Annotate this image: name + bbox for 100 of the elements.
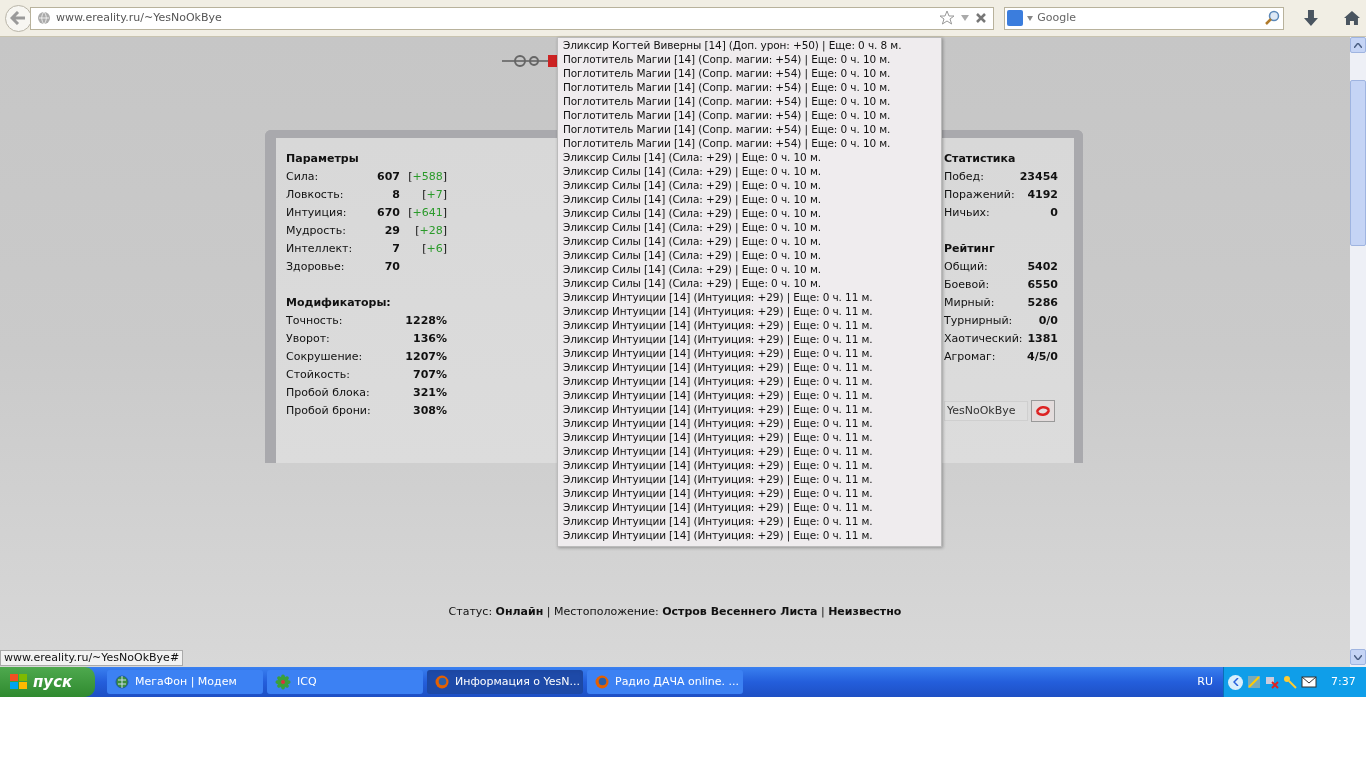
modifier-value: 6550: [1027, 276, 1058, 293]
stat-label: Сила:: [286, 168, 320, 185]
caret-icon[interactable]: [960, 14, 971, 22]
modifier-label: Стойкость:: [286, 366, 350, 383]
scroll-thumb[interactable]: [1350, 80, 1366, 246]
language-indicator[interactable]: RU: [1197, 673, 1213, 691]
stat-bonus: [+28]: [414, 222, 447, 239]
windows-logo-icon: [10, 674, 28, 690]
modifier-label: Пробой брони:: [286, 402, 371, 419]
effect-line: Эликсир Интуиции [14] (Интуиция: +29) | Еще: 0 ч. 11 м.: [563, 332, 874, 346]
modifier-label: Боевой:: [944, 276, 990, 293]
status-line: Статус: Онлайн | Местоположение: Остров Весеннего Листа | Неизвестно: [447, 604, 903, 620]
section-title: Параметры: [286, 151, 360, 167]
search-field[interactable]: Google: [1004, 6, 1285, 30]
network-icon[interactable]: [1265, 675, 1279, 689]
effect-line: Эликсир Интуиции [14] (Интуиция: +29) | Еще: 0 ч. 11 м.: [563, 360, 874, 374]
modifier-value: 321%: [413, 384, 447, 401]
section-title: Модификаторы:: [286, 295, 392, 311]
modifier-value: 4192: [1027, 186, 1058, 203]
search-input[interactable]: Google: [1037, 9, 1261, 27]
taskbar-button[interactable]: ICQ: [267, 670, 423, 694]
modifier-label: Хаотический:: [944, 330, 1023, 347]
section-title: Рейтинг: [944, 241, 996, 257]
modifier-label: Ничьих:: [944, 204, 990, 221]
modifier-value: 308%: [413, 402, 447, 419]
caret-icon[interactable]: [1027, 15, 1034, 21]
modifier-value: 4/5/0: [1027, 348, 1058, 365]
effect-line: Эликсир Интуиции [14] (Интуиция: +29) | Еще: 0 ч. 11 м.: [563, 374, 874, 388]
effect-line: Поглотитель Магии [14] (Сопр. магии: +54) | Еще: 0 ч. 10 м.: [563, 52, 892, 66]
effect-line: Эликсир Силы [14] (Сила: +29) | Еще: 0 ч. 10 м.: [563, 276, 822, 290]
effect-line: Эликсир Интуиции [14] (Интуиция: +29) | Еще: 0 ч. 11 м.: [563, 346, 874, 360]
globe-icon: [115, 675, 129, 689]
modifier-label: Побед:: [944, 168, 984, 185]
stat-value: 607: [376, 168, 400, 185]
modifier-label: Агромаг:: [944, 348, 996, 365]
section-title: Статистика: [944, 151, 1017, 167]
stat-bonus: [+7]: [421, 186, 447, 203]
scroll-up-icon[interactable]: [1350, 37, 1366, 53]
modifier-label: Точность:: [286, 312, 343, 329]
modifier-label: Мирный:: [944, 294, 995, 311]
modifier-value: 0/0: [1038, 312, 1058, 329]
effect-line: Поглотитель Магии [14] (Сопр. магии: +54) | Еще: 0 ч. 10 м.: [563, 66, 892, 80]
scrollbar[interactable]: [1350, 37, 1366, 667]
effect-line: Эликсир Интуиции [14] (Интуиция: +29) | Еще: 0 ч. 11 м.: [563, 514, 874, 528]
start-button[interactable]: пуск: [0, 667, 95, 697]
stat-label: Ловкость:: [286, 186, 345, 203]
stat-label: Мудрость:: [286, 222, 347, 239]
name-field[interactable]: YesNoOkBye: [944, 401, 1028, 421]
effect-line: Эликсир Силы [14] (Сила: +29) | Еще: 0 ч. 10 м.: [563, 150, 822, 164]
taskbar-button[interactable]: Информация о YesN...: [427, 670, 583, 694]
stat-value: 29: [383, 222, 400, 239]
stat-bonus: [+588]: [407, 168, 447, 185]
effect-line: Эликсир Силы [14] (Сила: +29) | Еще: 0 ч. 10 м.: [563, 234, 822, 248]
google-logo-icon[interactable]: [1007, 10, 1024, 26]
modifier-label: Уворот:: [286, 330, 330, 347]
effect-line: Поглотитель Магии [14] (Сопр. магии: +54) | Еще: 0 ч. 10 м.: [563, 108, 892, 122]
effect-line: Эликсир Когтей Виверны [14] (Доп. урон: +50) | Еще: 0 ч. 8 м.: [563, 38, 903, 52]
modifier-value: 1207%: [405, 348, 447, 365]
effect-line: Эликсир Силы [14] (Сила: +29) | Еще: 0 ч. 10 м.: [563, 262, 822, 276]
effect-line: Эликсир Интуиции [14] (Интуиция: +29) | Еще: 0 ч. 11 м.: [563, 486, 874, 500]
close-icon[interactable]: [975, 12, 988, 24]
url-text: www.ereality.ru/~YesNoOkBye: [55, 9, 223, 26]
globe-icon: [36, 11, 51, 25]
modifier-value: 23454: [1019, 168, 1058, 185]
browser-icon: [435, 675, 449, 689]
home-icon[interactable]: [1344, 10, 1360, 26]
address-bar[interactable]: www.ereality.ru/~YesNoOkBye: [29, 6, 995, 30]
modifier-label: Турнирный:: [944, 312, 1013, 329]
key-icon[interactable]: [1283, 675, 1297, 689]
refresh-icon: [1035, 404, 1051, 418]
effect-line: Эликсир Силы [14] (Сила: +29) | Еще: 0 ч. 10 м.: [563, 248, 822, 262]
modifier-label: Поражений:: [944, 186, 1015, 203]
expand-icon[interactable]: [1228, 674, 1243, 690]
modifier-label: Общий:: [944, 258, 988, 275]
search-icon[interactable]: [1264, 10, 1281, 26]
star-icon[interactable]: [939, 10, 956, 26]
clock[interactable]: 7:37: [1331, 673, 1356, 691]
stat-value: 70: [383, 258, 400, 275]
effect-line: Эликсир Интуиции [14] (Интуиция: +29) | Еще: 0 ч. 11 м.: [563, 402, 874, 416]
effect-line: Поглотитель Магии [14] (Сопр. магии: +54) | Еще: 0 ч. 10 м.: [563, 122, 892, 136]
envelope-icon[interactable]: [1301, 676, 1317, 688]
stat-label: Здоровье:: [286, 258, 346, 275]
download-icon[interactable]: [1304, 10, 1319, 26]
scroll-down-icon[interactable]: [1350, 649, 1366, 665]
effect-line: Эликсир Интуиции [14] (Интуиция: +29) | Еще: 0 ч. 11 м.: [563, 472, 874, 486]
modifier-label: Пробой блока:: [286, 384, 370, 401]
effect-line: Эликсир Интуиции [14] (Интуиция: +29) | Еще: 0 ч. 11 м.: [563, 416, 874, 430]
modifier-label: Сокрушение:: [286, 348, 363, 365]
refresh-button[interactable]: [1031, 400, 1055, 422]
taskbar-button[interactable]: МегаФон | Модем: [107, 670, 263, 694]
stat-value: 670: [376, 204, 400, 221]
effect-line: Поглотитель Магии [14] (Сопр. магии: +54) | Еще: 0 ч. 10 м.: [563, 80, 892, 94]
modifier-value: 1381: [1027, 330, 1058, 347]
flower-icon: [275, 674, 291, 690]
taskbar-button[interactable]: Радио ДАЧА online. ...: [587, 670, 743, 694]
effect-line: Эликсир Интуиции [14] (Интуиция: +29) | Еще: 0 ч. 11 м.: [563, 304, 874, 318]
effect-line: Эликсир Интуиции [14] (Интуиция: +29) | Еще: 0 ч. 11 м.: [563, 500, 874, 514]
back-button[interactable]: [5, 4, 32, 32]
effect-line: Эликсир Интуиции [14] (Интуиция: +29) | Еще: 0 ч. 11 м.: [563, 388, 874, 402]
browser-icon: [595, 675, 609, 689]
